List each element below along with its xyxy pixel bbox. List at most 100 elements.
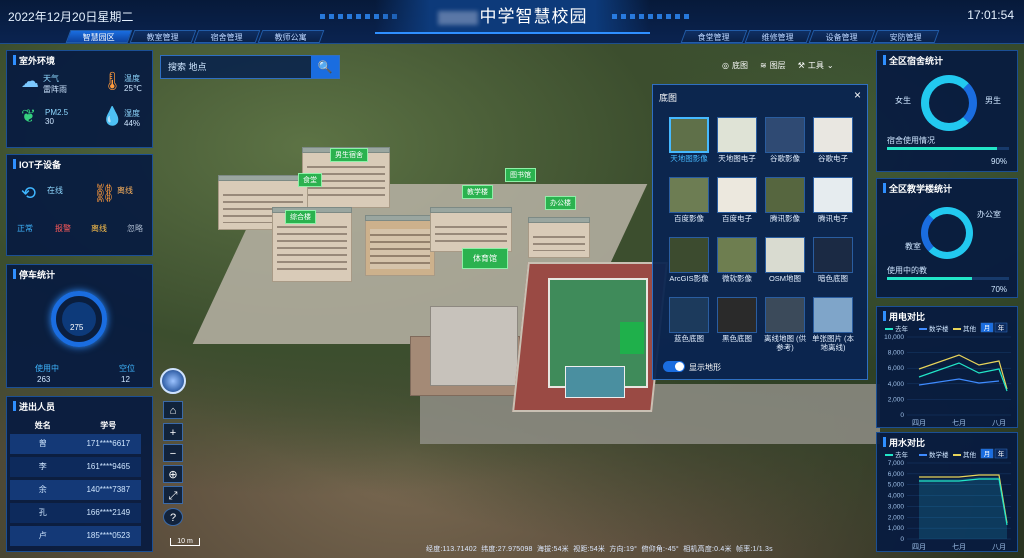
panel-title: 进出人员 [13,400,55,413]
basemap-label: 单张图片 (本地离线) [811,334,855,352]
compass-icon[interactable] [160,368,186,394]
tab-teacher-apartment[interactable]: 教师公寓 [257,30,325,43]
basemap-option[interactable]: 离线地图 (供参考) [764,297,813,352]
offline-count-label: 离线 [91,224,107,233]
iot-panel: IOT子设备 ⟲ 在线 ⛓ 离线 正常 报警 离线 忽略 [6,154,153,256]
table-row[interactable]: 孔 166****2149 [10,503,141,523]
clock-display: 17:01:54 [967,8,1014,22]
basemap-option[interactable]: 腾讯影像 [765,177,813,231]
legend-label: 去年 [895,450,909,459]
tab-classroom[interactable]: 教室管理 [129,30,197,43]
basemap-option[interactable]: 百度影像 [669,177,717,231]
basemap-option[interactable]: 谷歌影像 [765,117,813,171]
table-row[interactable]: 曾 171****6617 [10,434,141,454]
panel-title: 全区宿舍统计 [883,54,943,67]
y-tick-label: 1,000 [888,525,905,532]
header-decoration [612,14,689,19]
close-icon[interactable]: × [854,88,861,102]
building[interactable] [430,207,512,252]
cloud-icon: ☁ [21,71,39,91]
basemap-option[interactable]: 天地图影像 [669,117,717,171]
outdoor-panel: 室外环境 ☁ 天气 雷阵雨 🌡 温度 25℃ ❦ PM2.5 30 💧 湿度 44% [6,50,153,148]
tab-dorm[interactable]: 宿舍管理 [193,30,261,43]
y-tick-label: 10,000 [884,334,904,341]
fullscreen-icon[interactable]: ⤢ [163,486,183,504]
basemap-thumbnail [813,297,853,333]
y-tick-label: 0 [900,412,904,419]
leaf-icon: ❦ [21,106,37,126]
tools-button[interactable]: ⚒ 工具 ⌄ [798,60,834,71]
panel-title: IOT子设备 [13,158,61,171]
building-label[interactable]: 教学楼 [462,185,493,199]
tab-equipment[interactable]: 设备管理 [808,30,876,43]
table-row[interactable]: 余 140****7387 [10,480,141,500]
gym-building[interactable] [430,306,518,386]
building-label[interactable]: 食堂 [298,173,322,187]
person-name: 李 [38,462,47,471]
terrain-toggle-label: 显示地形 [689,363,721,372]
globe-view-icon[interactable]: ⊕ [163,465,183,483]
classroom-label: 教室 [905,242,921,251]
period-toggle-label: 年 [998,323,1005,332]
person-id: 185****0523 [86,531,131,540]
basemap-label: 蓝色底图 [674,334,704,343]
search-input[interactable] [161,56,313,78]
basemap-option[interactable]: 谷歌电子 [813,117,861,171]
building-label[interactable]: 办公楼 [545,196,576,210]
search-icon: 🔍 [317,60,333,74]
basemap-label: OSM地图 [768,274,802,283]
basemap-button[interactable]: ◎ 底图 [722,60,748,71]
basemap-label: 天地图影像 [670,154,708,163]
basemap-option[interactable]: 单张图片 (本地离线) [811,297,861,352]
sync-icon: ⟲ [21,183,37,203]
building-label[interactable]: 体育馆 [462,248,508,269]
tab-smart-park[interactable]: 智慧园区 [65,30,133,43]
building[interactable] [528,217,590,258]
basemap-option[interactable]: 蓝色底图 [669,297,717,351]
dorm-usage-value: 90% [991,157,1008,166]
tab-maintenance[interactable]: 维修管理 [744,30,812,43]
table-row[interactable]: 李 161****9465 [10,457,141,477]
building[interactable] [365,215,435,276]
basemap-label: 百度电子 [722,214,752,223]
search-button[interactable]: 🔍 [311,56,339,78]
basemap-option[interactable]: 天地图电子 [717,117,765,171]
basemap-thumbnail [717,117,757,153]
layers-button[interactable]: ≋ 图层 [760,60,786,71]
zoom-out-button[interactable]: − [163,444,183,462]
basemap-label: 黑色底图 [722,334,752,343]
tab-canteen[interactable]: 食堂管理 [680,30,748,43]
building-label[interactable]: 图书馆 [505,168,536,182]
building-label[interactable]: 综合楼 [285,210,316,224]
zoom-in-button[interactable]: + [163,423,183,441]
campus-3d-scene[interactable]: 男生宿舍 综合楼 食堂 教学楼 体育馆 办公楼 图书馆 [0,44,1024,558]
basemap-option[interactable]: 腾讯电子 [813,177,861,231]
basemap-option[interactable]: 黑色底图 [717,297,765,351]
offline-label: 离线 [117,186,133,195]
basemap-thumbnail [813,237,853,273]
basemap-thumbnail [669,237,709,273]
in-use-label: 使用中 [35,364,59,373]
help-icon[interactable]: ? [163,508,183,526]
table-header: 姓名 学号 [34,421,117,430]
legend-label: 数学楼 [929,450,949,459]
wrench-icon: ⚒ [797,61,805,70]
y-tick-label: 3,000 [888,503,905,510]
table-row[interactable]: 卢 185****0523 [10,526,141,546]
basemap-option[interactable]: OSM地图 [765,237,813,291]
terrain-toggle[interactable] [663,361,685,372]
tab-security[interactable]: 安防管理 [872,30,940,43]
basemap-option[interactable]: 暗色底图 [813,237,861,291]
basemap-option[interactable]: ArcGIS影像 [669,237,717,291]
person-name: 余 [38,485,47,494]
period-toggle-label: 年 [998,449,1005,458]
person-id: 161****9465 [86,462,131,471]
basemap-thumbnail [669,177,709,213]
basemap-label: 腾讯电子 [818,214,848,223]
basemap-option[interactable]: 微软影像 [717,237,765,291]
building-label[interactable]: 男生宿舍 [330,148,368,162]
home-icon[interactable]: ⌂ [163,401,183,419]
basemap-option[interactable]: 百度电子 [717,177,765,231]
dorm-panel: 全区宿舍统计 女生 男生 宿舍使用情况 90% [876,50,1018,172]
panel-title: 全区教学楼统计 [883,182,952,195]
